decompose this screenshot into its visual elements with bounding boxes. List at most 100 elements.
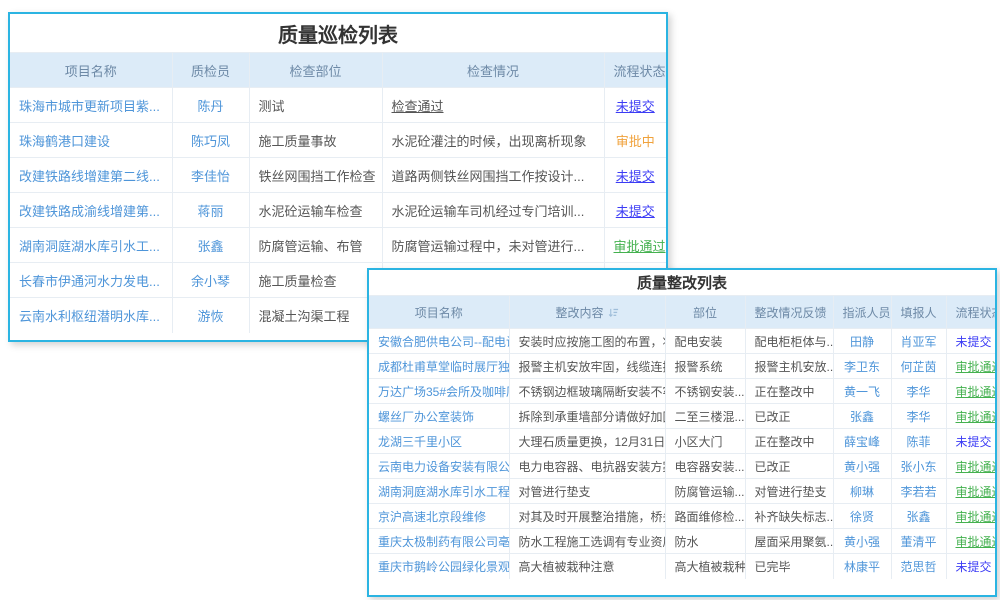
status-badge[interactable]: 审批通过 xyxy=(956,410,996,424)
inspector-link[interactable]: 陈丹 xyxy=(197,99,223,114)
status-badge[interactable]: 未提交 xyxy=(956,560,992,574)
assignee-link[interactable]: 黄小强 xyxy=(844,460,880,474)
column-header[interactable]: 整改内容 xyxy=(509,296,665,329)
status-badge[interactable]: 未提交 xyxy=(956,435,992,449)
reporter-cell: 董清平 xyxy=(891,529,946,554)
rectify-feedback-text: 正在整改中 xyxy=(755,385,815,399)
quality-rectification-table: 项目名称整改内容部位整改情况反馈指派人员填报人流程状态 安徽合肥供电公司--配电… xyxy=(369,295,995,579)
project-name-link[interactable]: 改建铁路线增建第二线... xyxy=(19,169,160,184)
project-name-link[interactable]: 重庆市鹅岭公园绿化景观提升... xyxy=(378,560,509,574)
assignee-link[interactable]: 林康平 xyxy=(844,560,880,574)
project-name-link[interactable]: 湖南洞庭湖水库引水工程施工I标 xyxy=(378,485,509,499)
status-badge[interactable]: 审批通过 xyxy=(956,385,996,399)
flow-status-cell: 未提交 xyxy=(946,329,995,354)
status-badge[interactable]: 审批通过 xyxy=(956,360,996,374)
inspector-link[interactable]: 蒋丽 xyxy=(197,204,223,219)
project-name-link[interactable]: 云南水利枢纽潜明水库... xyxy=(19,309,160,324)
reporter-link[interactable]: 李若若 xyxy=(901,485,937,499)
project-name-link[interactable]: 长春市伊通河水力发电... xyxy=(19,274,160,289)
reporter-cell: 李华 xyxy=(891,404,946,429)
project-name-link[interactable]: 重庆太极制药有限公司亳州中... xyxy=(378,535,509,549)
rectify-content-cell: 拆除到承重墙部分请做好加固... xyxy=(509,404,665,429)
table-row: 湖南洞庭湖水库引水工程施工I标对管进行垫支防腐管运输...对管进行垫支柳琳李若若… xyxy=(369,479,995,504)
reporter-link[interactable]: 范思哲 xyxy=(901,560,937,574)
assignee-link[interactable]: 薛宝峰 xyxy=(844,435,880,449)
rectify-feedback-text: 配电柜柜体与... xyxy=(755,335,834,349)
status-badge[interactable]: 未提交 xyxy=(616,99,655,114)
reporter-link[interactable]: 何芷茵 xyxy=(901,360,937,374)
inspector-link[interactable]: 余小琴 xyxy=(191,274,230,289)
reporter-link[interactable]: 肖亚军 xyxy=(901,335,937,349)
status-badge[interactable]: 未提交 xyxy=(956,335,992,349)
reporter-link[interactable]: 张小东 xyxy=(901,460,937,474)
flow-status-cell: 审批通过 xyxy=(946,504,995,529)
assignee-cell: 徐贤 xyxy=(833,504,891,529)
project-name-link[interactable]: 珠海鹤港口建设 xyxy=(19,134,110,149)
rectify-feedback-text: 已完毕 xyxy=(755,560,791,574)
project-name-link[interactable]: 安徽合肥供电公司--配电设备... xyxy=(378,335,509,349)
reporter-link[interactable]: 陈菲 xyxy=(906,435,930,449)
reporter-link[interactable]: 张鑫 xyxy=(906,510,930,524)
rectify-content-cell: 报警主机安放牢固，线缆连接... xyxy=(509,354,665,379)
inspector-link[interactable]: 陈巧凤 xyxy=(191,134,230,149)
rectify-content-text: 报警主机安放牢固，线缆连接... xyxy=(519,360,666,374)
rectify-content-cell: 对其及时开展整治措施，桥头... xyxy=(509,504,665,529)
inspector-link[interactable]: 李佳怡 xyxy=(191,169,230,184)
check-result-text: 防腐管运输过程中，未对管进行... xyxy=(392,239,585,254)
rectify-feedback-text: 对管进行垫支 xyxy=(755,485,827,499)
status-badge[interactable]: 审批通过 xyxy=(614,239,666,254)
inspector-cell: 余小琴 xyxy=(172,263,249,298)
check-part-text: 水泥砼运输车检查 xyxy=(259,204,363,219)
reporter-link[interactable]: 董清平 xyxy=(901,535,937,549)
project-name-link[interactable]: 成都杜甫草堂临时展厅独立展... xyxy=(378,360,509,374)
rectify-feedback-cell: 已改正 xyxy=(745,454,833,479)
assignee-link[interactable]: 张鑫 xyxy=(850,410,874,424)
assignee-link[interactable]: 黄小强 xyxy=(844,535,880,549)
status-badge[interactable]: 审批通过 xyxy=(956,460,996,474)
assignee-link[interactable]: 黄一飞 xyxy=(844,385,880,399)
assignee-link[interactable]: 李卫东 xyxy=(844,360,880,374)
project-name-cell: 万达广场35#会所及咖啡厅空... xyxy=(369,379,509,404)
status-badge[interactable]: 未提交 xyxy=(616,169,655,184)
check-part-cell: 防腐管运输、布管 xyxy=(249,228,382,263)
project-name-link[interactable]: 龙湖三千里小区 xyxy=(378,435,462,449)
column-header-label: 检查情况 xyxy=(467,64,519,79)
rectify-content-cell: 安装时应按施工图的布置，将... xyxy=(509,329,665,354)
status-badge[interactable]: 审批通过 xyxy=(956,535,996,549)
inspector-link[interactable]: 张鑫 xyxy=(197,239,223,254)
status-badge[interactable]: 审批中 xyxy=(616,134,655,149)
column-header-label: 流程状态 xyxy=(956,306,996,320)
flow-status-cell: 审批通过 xyxy=(946,479,995,504)
check-part-cell: 铁丝网围挡工作检查 xyxy=(249,158,382,193)
inspector-link[interactable]: 游恢 xyxy=(197,309,223,324)
project-name-link[interactable]: 万达广场35#会所及咖啡厅空... xyxy=(378,385,509,399)
rectify-content-cell: 大理石质量更换，12月31日之... xyxy=(509,429,665,454)
assignee-link[interactable]: 柳琳 xyxy=(850,485,874,499)
assignee-cell: 李卫东 xyxy=(833,354,891,379)
column-header: 整改情况反馈 xyxy=(745,296,833,329)
quality-rectification-panel: 质量整改列表 项目名称整改内容部位整改情况反馈指派人员填报人流程状态 安徽合肥供… xyxy=(367,268,997,597)
reporter-link[interactable]: 李华 xyxy=(906,385,930,399)
reporter-link[interactable]: 李华 xyxy=(906,410,930,424)
assignee-link[interactable]: 田静 xyxy=(850,335,874,349)
rectification-table-title: 质量整改列表 xyxy=(369,270,995,295)
column-header: 检查情况 xyxy=(382,53,604,88)
project-name-link[interactable]: 珠海市城市更新项目紫... xyxy=(19,99,160,114)
project-name-cell: 龙湖三千里小区 xyxy=(369,429,509,454)
table-row: 螺丝厂办公室装饰拆除到承重墙部分请做好加固...二至三楼混...已改正张鑫李华审… xyxy=(369,404,995,429)
assignee-link[interactable]: 徐贤 xyxy=(850,510,874,524)
status-badge[interactable]: 审批通过 xyxy=(956,510,996,524)
assignee-cell: 张鑫 xyxy=(833,404,891,429)
project-name-link[interactable]: 湖南洞庭湖水库引水工... xyxy=(19,239,160,254)
part-cell: 不锈钢安装... xyxy=(665,379,745,404)
check-result-cell: 道路两侧铁丝网围挡工作按设计... xyxy=(382,158,604,193)
part-cell: 二至三楼混... xyxy=(665,404,745,429)
project-name-link[interactable]: 螺丝厂办公室装饰 xyxy=(378,410,474,424)
sort-icon[interactable] xyxy=(608,307,619,318)
status-badge[interactable]: 审批通过 xyxy=(956,485,996,499)
part-cell: 配电安装 xyxy=(665,329,745,354)
status-badge[interactable]: 未提交 xyxy=(616,204,655,219)
project-name-link[interactable]: 云南电力设备安装有限公司20... xyxy=(378,460,509,474)
project-name-link[interactable]: 京沪高速北京段维修 xyxy=(378,510,486,524)
project-name-link[interactable]: 改建铁路成渝线增建第... xyxy=(19,204,160,219)
